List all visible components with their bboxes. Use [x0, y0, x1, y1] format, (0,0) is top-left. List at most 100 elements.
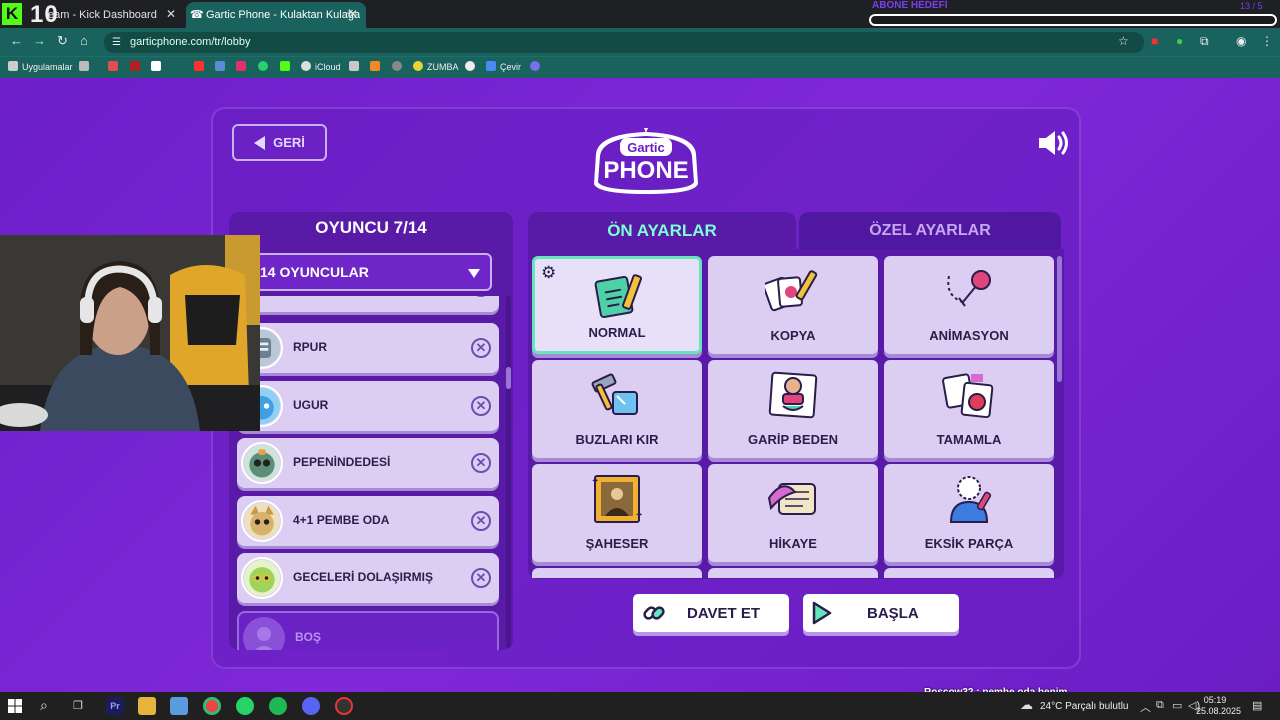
logo-top-text: Gartic — [627, 140, 665, 155]
bookmark-item[interactable] — [236, 61, 250, 72]
whatsapp-icon[interactable] — [236, 697, 254, 715]
preset-eksik-parca[interactable]: EKSİK PARÇA — [884, 464, 1054, 562]
back-arrow-icon[interactable]: ← — [10, 33, 23, 48]
preset-normal[interactable]: ⚙ NORMAL — [532, 256, 702, 354]
chrome-icon[interactable] — [203, 697, 221, 715]
tray-chevron-icon[interactable]: ︿ — [1140, 699, 1151, 715]
preset-label: GARİP BEDEN — [747, 432, 839, 447]
extensions-puzzle-icon[interactable]: ⧉ — [1200, 34, 1209, 49]
bookmark-item[interactable] — [215, 61, 229, 72]
search-icon[interactable]: ⌕ — [40, 697, 48, 714]
preset-tamamla[interactable]: TAMAMLA — [884, 360, 1054, 458]
bookmark-item[interactable] — [349, 61, 363, 72]
tab-gartic-phone[interactable]: ☎ Gartic Phone - Kulaktan Kulağa ✕ — [186, 2, 366, 28]
new-tab-icon[interactable]: + — [345, 5, 354, 22]
kick-player-icon[interactable]: ✕ — [471, 338, 491, 358]
bookmark-item[interactable] — [108, 61, 122, 72]
play-icon — [812, 601, 832, 625]
bookmark-item[interactable] — [194, 61, 208, 72]
discord-icon[interactable] — [302, 697, 320, 715]
weather-cloud-icon: ☁ — [1020, 697, 1033, 712]
invite-button[interactable]: DAVET ET — [633, 594, 789, 632]
bookmark-site-icon — [392, 61, 402, 71]
weather-text[interactable]: 24°C Parçalı bulutlu — [1040, 701, 1129, 712]
preset-label: ANİMASYON — [929, 328, 1009, 343]
kick-player-icon[interactable]: ✕ — [471, 396, 491, 416]
apps-grid-icon — [8, 61, 18, 71]
file-explorer-icon[interactable] — [138, 697, 156, 715]
site-info-icon[interactable]: ☰ — [112, 32, 121, 53]
system-clock[interactable]: 05:19 25.08.2025 — [1196, 695, 1241, 717]
bookmark-item[interactable] — [151, 61, 165, 72]
url-input[interactable]: ☰ garticphone.com/tr/lobby — [104, 32, 1144, 53]
link-icon — [643, 606, 665, 620]
preset-animasyon[interactable]: ANİMASYON — [884, 256, 1054, 354]
kick-player-icon[interactable]: ✕ — [471, 296, 491, 297]
forward-arrow-icon[interactable]: → — [33, 33, 46, 48]
preset-card-partial[interactable] — [708, 568, 878, 578]
bookmark-item[interactable] — [530, 61, 544, 72]
profile-avatar-icon[interactable]: ◉ — [1236, 34, 1246, 48]
kick-player-icon[interactable]: ✕ — [471, 511, 491, 531]
extension-icon[interactable]: ● — [1176, 34, 1183, 48]
preset-buzlari-kir[interactable]: BUZLARI KIR — [532, 360, 702, 458]
kick-player-icon[interactable]: ✕ — [471, 453, 491, 473]
gartic-phone-logo: Gartic PHONE — [594, 128, 698, 194]
bookmark-item[interactable] — [392, 61, 406, 72]
kick-player-icon[interactable]: ✕ — [471, 568, 491, 588]
extension-icon[interactable]: ■ — [1151, 34, 1158, 48]
sound-icon[interactable] — [1036, 127, 1072, 159]
player-list-scrollbar[interactable] — [506, 296, 511, 648]
preset-label: KOPYA — [770, 328, 816, 343]
bookmark-zumba[interactable]: ZUMBA — [413, 61, 459, 72]
windows-start-icon[interactable] — [8, 699, 22, 713]
bookmark-item[interactable] — [79, 61, 93, 72]
player-list[interactable]: ✕ RPUR ✕ UGUR ✕ PEPENİNDEDESİ ✕ 4+1 PEMB… — [236, 296, 506, 650]
premiere-icon[interactable]: Pr — [106, 697, 124, 715]
bookmark-item[interactable] — [465, 61, 479, 72]
preset-hikaye[interactable]: HİKAYE — [708, 464, 878, 562]
bookmark-translate[interactable]: Çevir — [486, 61, 521, 72]
player-list-scroll-thumb[interactable] — [506, 367, 511, 389]
preset-kopya[interactable]: KOPYA — [708, 256, 878, 354]
player-name: PEPENİNDEDESİ — [293, 455, 391, 469]
tab-presets[interactable]: ÖN AYARLAR — [528, 212, 796, 249]
instagram-icon — [236, 61, 246, 71]
preset-card-partial[interactable] — [532, 568, 702, 578]
close-tab-icon[interactable]: ✕ — [166, 7, 176, 21]
preset-card-partial[interactable] — [884, 568, 1054, 578]
preset-saheser[interactable]: ✦ ✦ ŞAHESER — [532, 464, 702, 562]
player-row: UGUR ✕ — [237, 381, 499, 431]
gear-icon[interactable]: ⚙ — [541, 263, 556, 283]
presets-scrollbar[interactable] — [1057, 256, 1062, 382]
browser-menu-icon[interactable]: ⋮ — [1261, 34, 1273, 48]
bookmarks-bar: Uygulamalar iCloud ZUMBA Çevir — [0, 56, 1280, 78]
obs-icon[interactable] — [335, 697, 353, 715]
home-icon[interactable]: ⌂ — [80, 33, 88, 48]
notifications-icon[interactable]: ▤ — [1252, 699, 1262, 712]
puzzle-apple-icon — [942, 373, 994, 419]
tab-custom-settings[interactable]: ÖZEL AYARLAR — [799, 212, 1061, 249]
preset-garip-beden[interactable]: GARİP BEDEN — [708, 360, 878, 458]
start-button[interactable]: BAŞLA — [803, 594, 959, 632]
reload-icon[interactable]: ↻ — [57, 33, 68, 49]
bookmark-item[interactable] — [258, 61, 272, 72]
whatsapp-icon — [258, 61, 268, 71]
bookmark-item[interactable] — [130, 61, 144, 72]
bookmark-star-icon[interactable]: ☆ — [1118, 34, 1129, 48]
preset-label: NORMAL — [588, 325, 646, 340]
painting-frame-icon: ✦✦ — [591, 475, 643, 523]
cards-pencil-icon — [765, 270, 818, 312]
network-icon[interactable]: ▭ — [1172, 699, 1182, 712]
player-limit-select[interactable]: 14 OYUNCULAR — [248, 253, 492, 291]
back-button[interactable]: GERİ — [232, 124, 327, 161]
player-avatar — [241, 500, 283, 542]
spotify-icon[interactable] — [269, 697, 287, 715]
bookmark-icloud[interactable]: iCloud — [301, 61, 341, 72]
task-view-icon[interactable]: ❐ — [73, 699, 83, 712]
bookmark-item[interactable]: Uygulamalar — [8, 61, 73, 72]
tray-app-icon[interactable]: ⧉ — [1156, 699, 1164, 712]
store-icon[interactable] — [170, 697, 188, 715]
bookmark-item[interactable] — [280, 61, 294, 72]
bookmark-item[interactable] — [370, 61, 384, 72]
